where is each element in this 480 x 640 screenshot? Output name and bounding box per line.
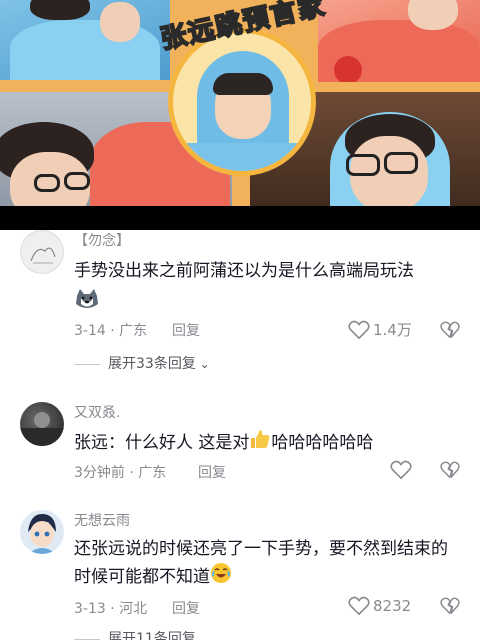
comment-item: 无想云雨 还张远说的时候还亮了一下手势，要不然到结束的时候可能都不知道 3-13… xyxy=(0,506,480,640)
meta-separator: · xyxy=(110,601,115,617)
comment-location: 河北 xyxy=(119,601,148,617)
comment-meta: 3-14 · 广东 xyxy=(74,320,147,340)
like-count: 8232 xyxy=(373,597,412,615)
expand-replies-button[interactable]: 展开33条回复 ⌄ xyxy=(74,353,210,373)
comment-meta: 3-13 · 河北 xyxy=(74,598,147,618)
video-frame[interactable]: 张远跳预言家 哈哈哈 xyxy=(0,0,480,230)
sketch-avatar-icon xyxy=(30,247,56,264)
comment-item: 【勿念】 手势没出来之前阿蒲还以为是什么高端局玩法 3-14 · 广东 回复 1… xyxy=(0,226,480,376)
comment-date: 3-14 xyxy=(74,323,106,339)
expand-label: 展开11条回复 xyxy=(108,631,196,640)
broken-heart-icon[interactable] xyxy=(440,320,460,340)
video-panel-top-left xyxy=(0,0,170,80)
broken-heart-icon[interactable] xyxy=(440,596,460,616)
dark-photo-avatar-icon xyxy=(20,412,64,446)
avatar[interactable] xyxy=(20,402,64,446)
comment-text: 张远：什么好人 这是对 哈哈哈哈哈哈 xyxy=(74,428,460,458)
expand-divider xyxy=(74,638,100,640)
thumbs-up-icon xyxy=(249,428,271,458)
comment-username[interactable]: 【勿念】 xyxy=(74,230,130,250)
reply-button[interactable]: 回复 xyxy=(172,320,200,340)
comment-date: 3-13 xyxy=(74,601,106,617)
comment-text-part: 张远：什么好人 这是对 xyxy=(74,433,250,453)
comment-location: 广东 xyxy=(138,465,167,481)
expand-label: 展开33条回复 xyxy=(108,356,196,372)
comment-item: 又双叒. 张远：什么好人 这是对 哈哈哈哈哈哈 3分钟前 · 广东 回复 xyxy=(0,398,480,498)
broken-heart-icon[interactable] xyxy=(440,460,460,480)
comment-text: 还张远说的时候还亮了一下手势，要不然到结束的时候可能都不知道 xyxy=(74,536,462,592)
avatar[interactable] xyxy=(20,230,64,274)
comment-text-part: 还张远说的时候还亮了一下手势，要不然到结束的时候可能都不知道 xyxy=(74,539,448,587)
heart-icon[interactable] xyxy=(390,460,412,480)
reply-button[interactable]: 回复 xyxy=(198,462,226,482)
anime-avatar-icon xyxy=(28,514,56,554)
meta-separator: · xyxy=(110,323,115,339)
comment-text: 手势没出来之前阿蒲还以为是什么高端局玩法 xyxy=(74,261,414,281)
comment-username[interactable]: 又双叒. xyxy=(74,402,120,422)
comment-date: 3分钟前 xyxy=(74,465,125,481)
avatar[interactable] xyxy=(20,510,64,554)
meta-separator: · xyxy=(129,465,134,481)
comment-username[interactable]: 无想云雨 xyxy=(74,510,130,530)
expand-divider xyxy=(74,363,100,365)
video-panel-top-right xyxy=(318,0,480,82)
chevron-down-icon: ⌄ xyxy=(195,357,210,371)
husky-sticker-icon xyxy=(74,288,100,310)
crying-laughing-icon xyxy=(210,562,232,592)
comment-text-part: 哈哈哈哈哈哈 xyxy=(271,433,374,453)
comment-location: 广东 xyxy=(119,323,148,339)
like-count: 1.4万 xyxy=(373,321,412,339)
reply-button[interactable]: 回复 xyxy=(172,598,200,618)
comment-meta: 3分钟前 · 广东 xyxy=(74,462,166,482)
heart-icon[interactable] xyxy=(348,596,370,616)
heart-icon[interactable] xyxy=(348,320,370,340)
expand-replies-button[interactable]: 展开11条回复 ⌄ xyxy=(74,628,210,640)
chevron-down-icon: ⌄ xyxy=(195,632,210,640)
